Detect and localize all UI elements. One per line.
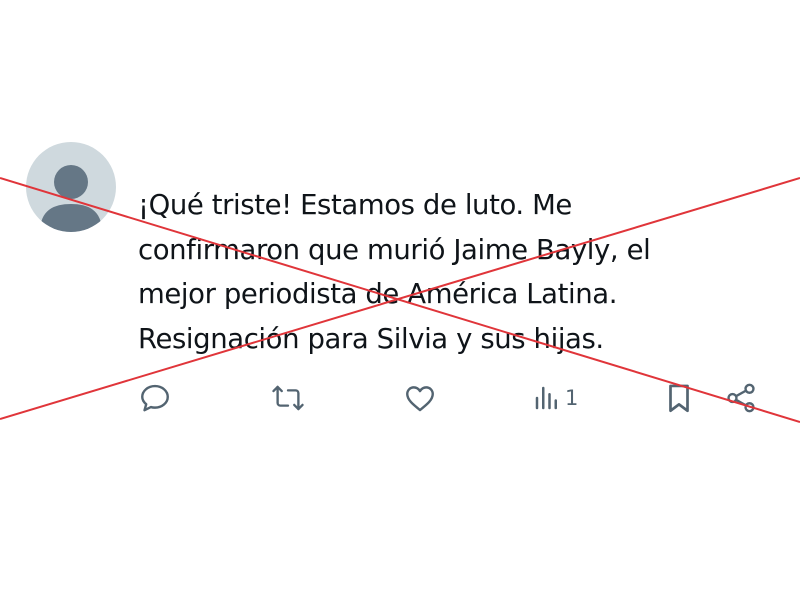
bookmark-icon [669, 384, 689, 413]
tweet-text-line: mejor periodista de América Latina. [138, 278, 618, 310]
tweet-text-line: ¡Qué triste! Estamos de luto. Me [138, 189, 572, 221]
avatar[interactable] [26, 142, 116, 232]
default-avatar-icon [26, 142, 116, 232]
heart-icon [406, 386, 434, 412]
share-button[interactable] [724, 380, 758, 416]
reply-button[interactable] [138, 380, 172, 416]
tweet-text-line: Resignación para Silvia y sus hijas. [138, 322, 604, 355]
tweet-text-line: confirmaron que murió Jaime Bayly, el [138, 233, 651, 266]
retweet-arrows-icon [272, 385, 304, 411]
retweet-button[interactable] [270, 380, 306, 416]
like-button[interactable] [403, 380, 437, 416]
speech-bubble-icon [141, 384, 169, 412]
tweet-text: ¡Qué triste! Estamos de luto. Me confirm… [138, 183, 778, 361]
views-button[interactable]: 1 [532, 380, 578, 416]
bookmark-button[interactable] [662, 380, 696, 416]
views-count: 1 [565, 386, 579, 410]
share-nodes-icon [727, 383, 755, 413]
bar-chart-icon [535, 386, 557, 410]
